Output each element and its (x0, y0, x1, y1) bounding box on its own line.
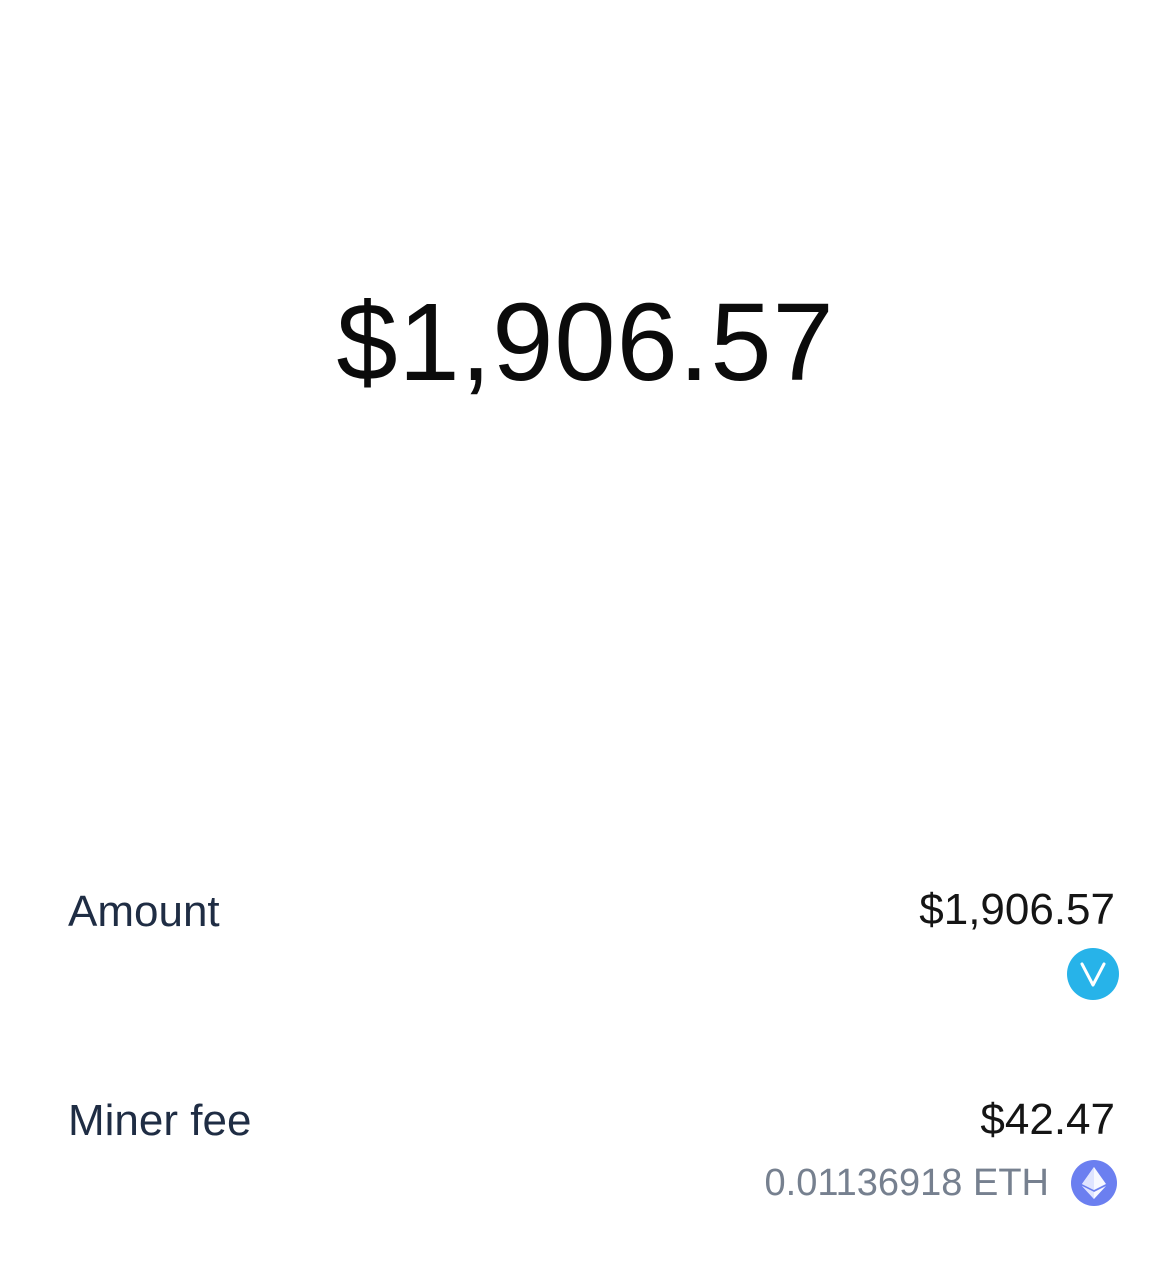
miner-fee-eth-amount: 0.01136918 ETH (764, 1162, 1050, 1204)
transaction-details-screen: $1,906.57 Amount $1,906.57 Miner fee $42… (0, 0, 1171, 1280)
total-amount: $1,906.57 (336, 281, 835, 404)
amount-value: $1,906.57 (919, 885, 1115, 934)
ethereum-icon (1071, 1160, 1117, 1206)
miner-fee-crypto-line: 0.01136918 ETH (764, 1160, 1117, 1206)
miner-fee-label: Miner fee (68, 1096, 252, 1145)
amount-label: Amount (68, 887, 220, 936)
vechain-icon (1067, 948, 1119, 1000)
miner-fee-value: $42.47 (980, 1095, 1115, 1144)
